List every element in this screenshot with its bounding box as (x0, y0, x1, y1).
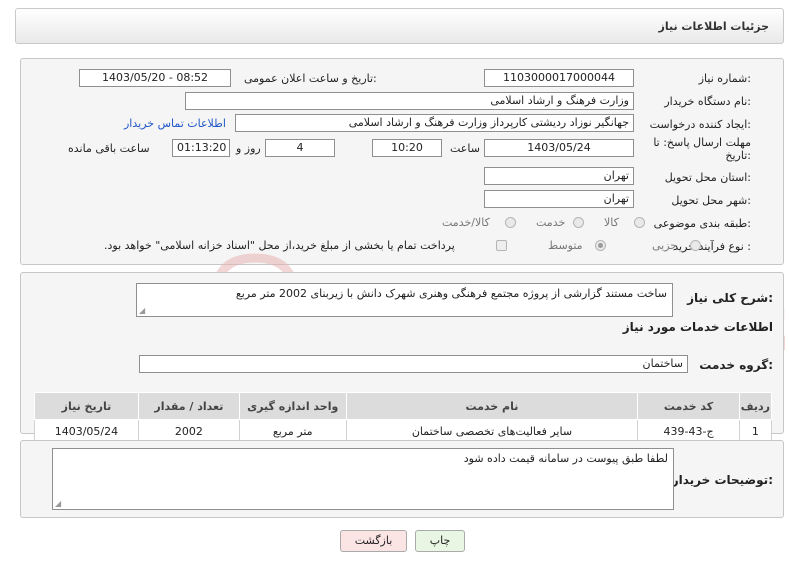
province-label: استان محل تحویل: (664, 171, 751, 184)
buyer-notes-textarea[interactable]: لطفا طبق پیوست در سامانه قیمت داده شود ◢ (52, 448, 674, 510)
remaining-time-label: ساعت باقی مانده (68, 142, 150, 155)
days-remaining-field: 4 (265, 139, 335, 157)
process-radio-medium[interactable] (595, 240, 606, 251)
treasury-payment-checkbox[interactable] (496, 240, 507, 251)
category-label: طبقه بندی موضوعی: (653, 217, 751, 230)
creator-label: ایجاد کننده درخواست: (649, 118, 751, 131)
category-radio-goods-service[interactable] (505, 217, 516, 228)
buyer-org-label: نام دستگاه خریدار: (664, 95, 751, 108)
print-button[interactable]: چاپ (415, 530, 465, 552)
col-unit: واحد اندازه گیری (238, 392, 347, 420)
back-button[interactable]: بازگشت (340, 530, 407, 552)
buyer-notes-label: توضیحات خریدار: (671, 473, 773, 487)
province-field: تهران (484, 167, 634, 185)
treasury-payment-note: پرداخت تمام یا بخشی از مبلغ خرید،از محل … (104, 239, 455, 252)
buyer-notes-text: لطفا طبق پیوست در سامانه قیمت داده شود (463, 452, 668, 465)
summary-textarea[interactable]: ساخت مستند گزارشی از پروژه مجتمع فرهنگی … (136, 283, 673, 317)
col-quantity: تعداد / مقدار (137, 392, 240, 420)
page-title: جزئیات اطلاعات نیاز (658, 20, 770, 33)
deadline-label: مهلت ارسال پاسخ: تا تاریخ: (653, 136, 751, 162)
deadline-time-field: 10:20 (372, 139, 442, 157)
page-header: جزئیات اطلاعات نیاز (15, 8, 784, 44)
deadline-date-field: 1403/05/24 (484, 139, 634, 157)
need-number-field: 1103000017000044 (484, 69, 634, 87)
buyer-org-field: وزارت فرهنگ و ارشاد اسلامی (185, 92, 634, 110)
summary-text: ساخت مستند گزارشی از پروژه مجتمع فرهنگی … (235, 287, 667, 300)
resize-grip-icon[interactable]: ◢ (55, 500, 61, 508)
service-group-field: ساختمان (139, 355, 688, 373)
category-radio-goods[interactable] (634, 217, 645, 228)
announce-datetime-label: تاریخ و ساعت اعلان عمومی: (244, 72, 377, 85)
buyer-contact-link[interactable]: اطلاعات تماس خریدار (124, 117, 226, 130)
category-option-goods: کالا (604, 216, 619, 229)
announce-datetime-field: 1403/05/20 - 08:52 (79, 69, 231, 87)
col-service-name: نام خدمت (345, 392, 639, 420)
resize-grip-icon[interactable]: ◢ (139, 307, 145, 315)
services-table: ردیف کد خدمت نام خدمت واحد اندازه گیری ت… (34, 392, 773, 443)
city-field: تهران (484, 190, 634, 208)
process-radio-minor[interactable] (690, 240, 701, 251)
service-group-label: گروه خدمت: (699, 358, 773, 372)
col-service-code: کد خدمت (637, 392, 740, 420)
need-number-label: شماره نیاز: (698, 72, 751, 85)
services-section-title: اطلاعات خدمات مورد نیاز (622, 320, 773, 334)
table-header-row: ردیف کد خدمت نام خدمت واحد اندازه گیری ت… (34, 392, 773, 420)
creator-field: جهانگیر نوزاد ردیشتی کارپرداز وزارت فرهن… (235, 114, 634, 132)
process-option-medium: متوسط (548, 239, 583, 252)
category-option-service: خدمت (536, 216, 566, 229)
remaining-time-field: 01:13:20 (172, 139, 230, 157)
col-row: ردیف (738, 392, 773, 420)
category-radio-service[interactable] (573, 217, 584, 228)
category-option-goods-service: کالا/خدمت (442, 216, 490, 229)
process-option-minor: جزیی (652, 239, 678, 252)
summary-label: شرح کلی نیاز: (687, 291, 773, 305)
process-type-label: نوع فرآیند خرید : (673, 240, 751, 253)
col-need-date: تاریخ نیاز (34, 392, 139, 420)
days-label: روز و (236, 142, 261, 155)
city-label: شهر محل تحویل: (671, 194, 751, 207)
deadline-time-label: ساعت (450, 142, 480, 155)
